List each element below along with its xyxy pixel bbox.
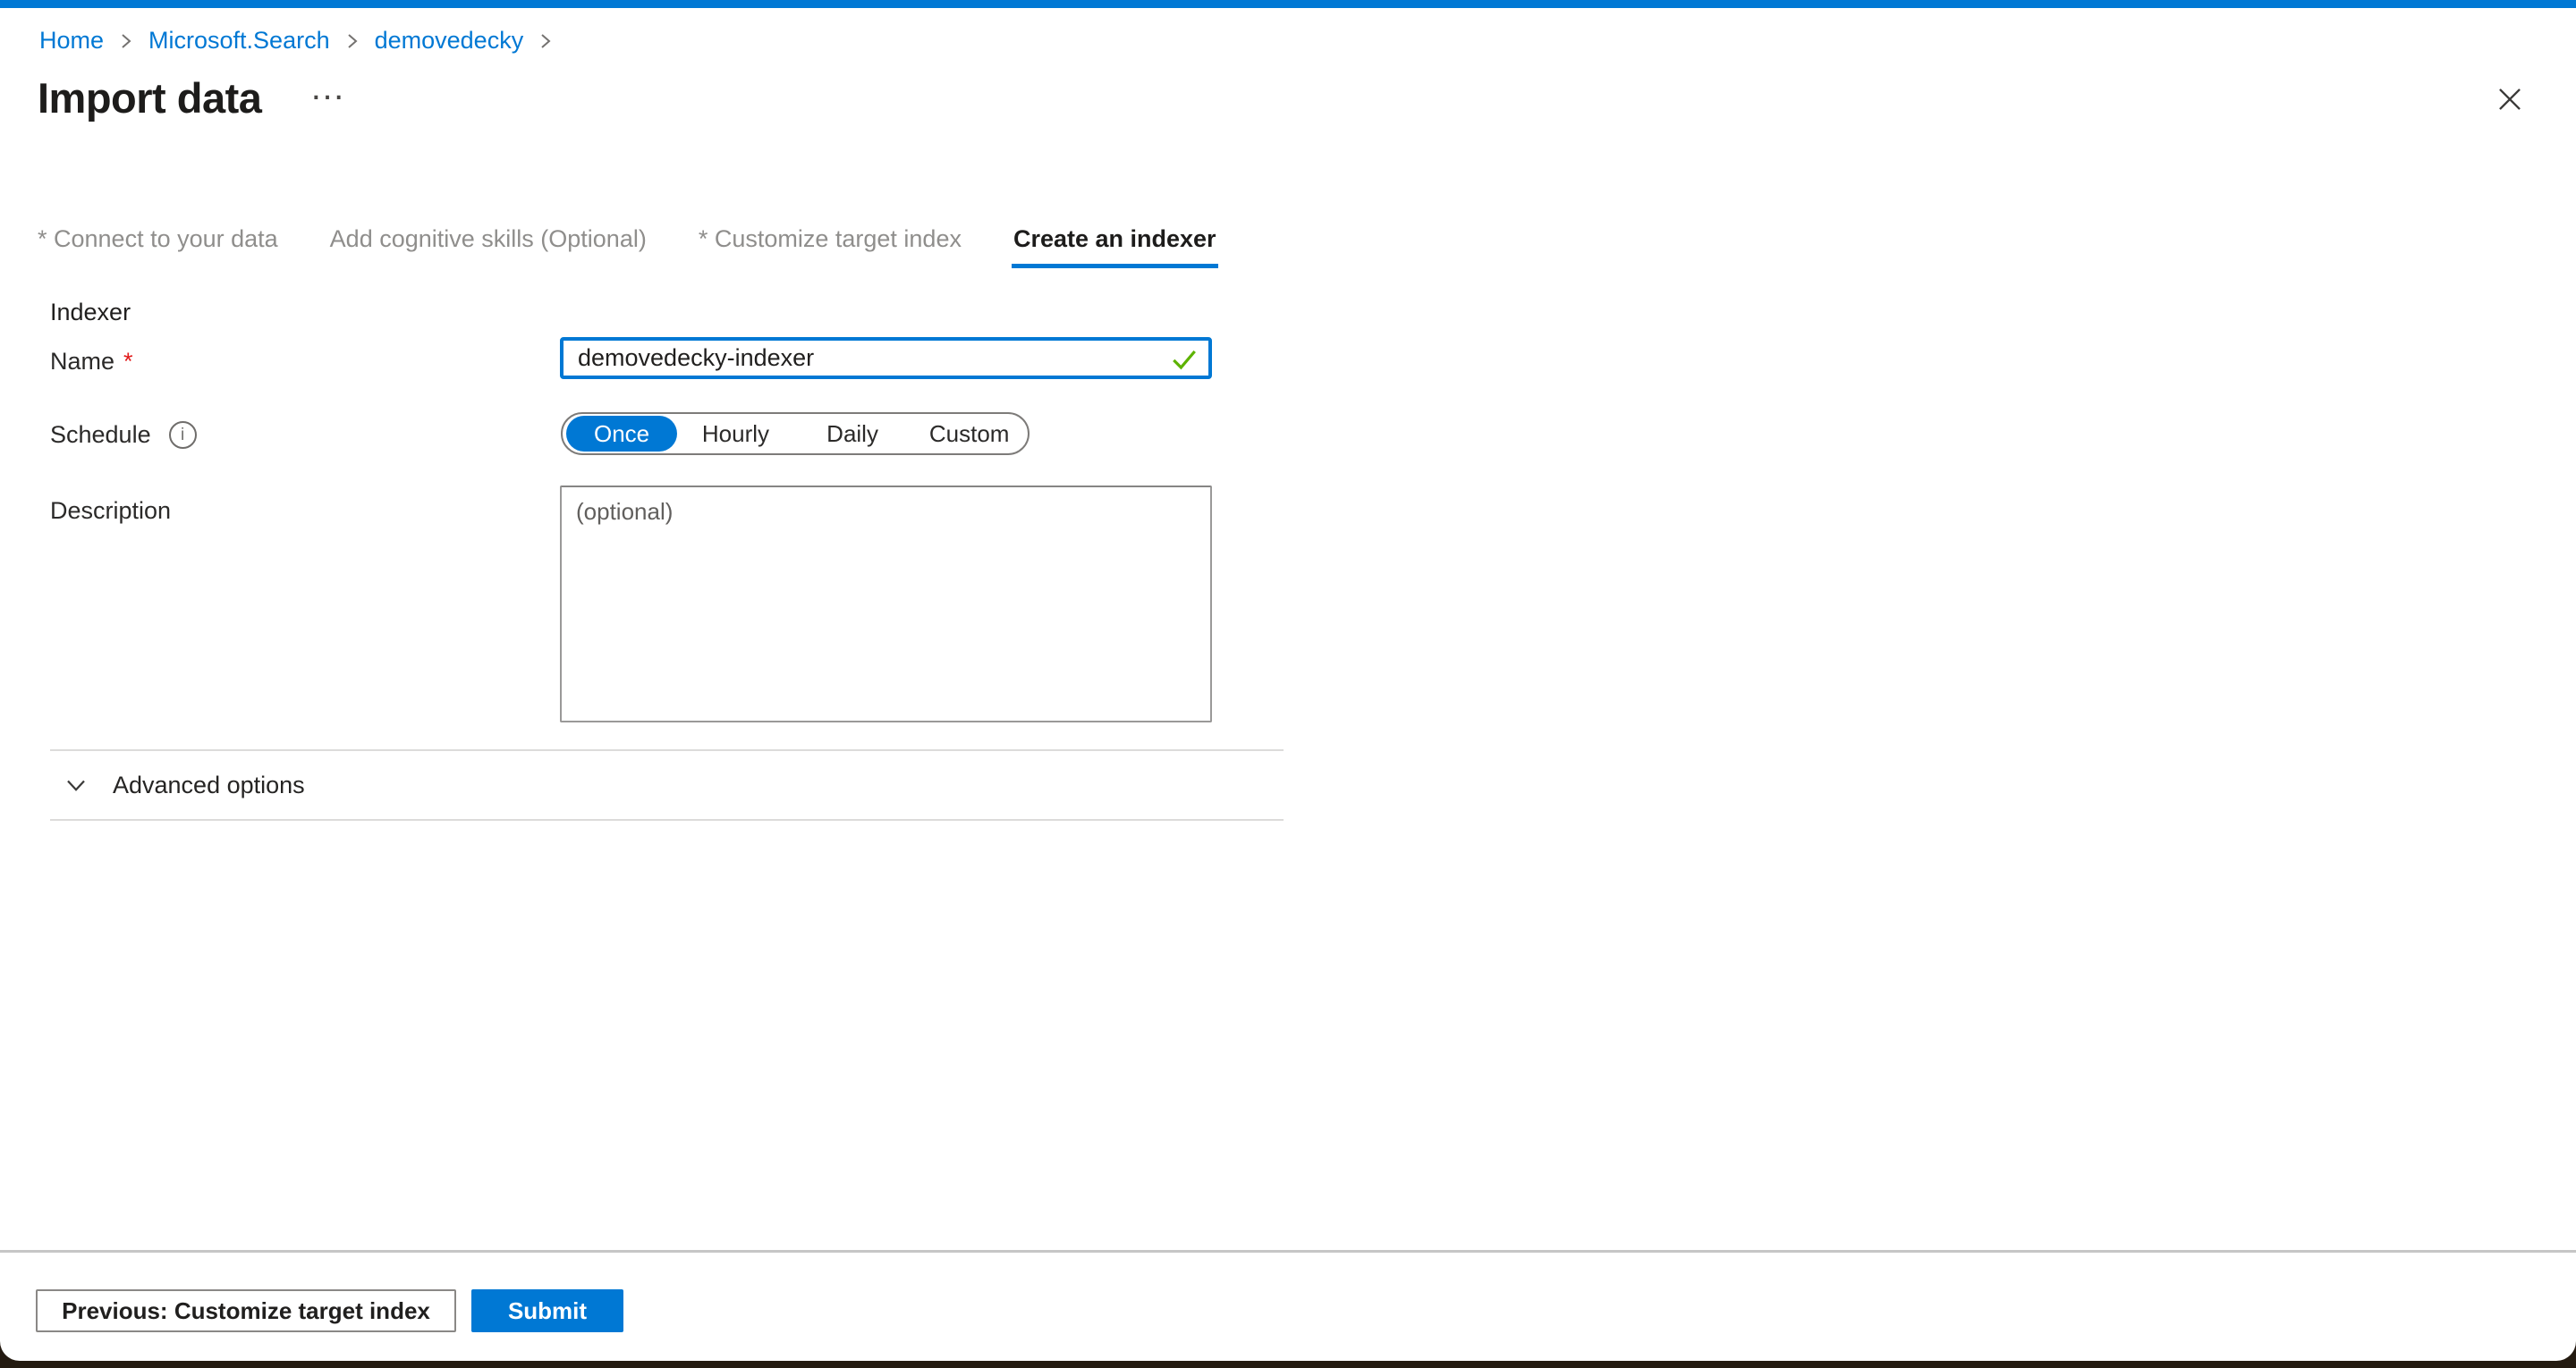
chevron-right-icon: [116, 29, 136, 54]
description-textarea[interactable]: [560, 486, 1212, 722]
tab-create-an-indexer[interactable]: Create an indexer: [1012, 225, 1218, 268]
footer-divider: [0, 1250, 2576, 1253]
chevron-right-icon: [343, 29, 362, 54]
import-data-page: Home Microsoft.Search demovedecky Import…: [0, 0, 2576, 1368]
schedule-segmented-control: Once Hourly Daily Custom: [561, 412, 1030, 455]
breadcrumb-microsoft-search[interactable]: Microsoft.Search: [148, 27, 330, 55]
advanced-options-label: Advanced options: [113, 772, 305, 799]
advanced-options-toggle[interactable]: Advanced options: [63, 767, 305, 803]
tab-add-cognitive-skills[interactable]: Add cognitive skills (Optional): [328, 225, 648, 268]
schedule-option-custom[interactable]: Custom: [911, 420, 1028, 448]
name-label: Name *: [50, 348, 133, 376]
schedule-option-once[interactable]: Once: [566, 416, 677, 452]
page-title: Import data: [38, 73, 261, 122]
chevron-right-icon: [536, 29, 555, 54]
description-label-text: Description: [50, 497, 171, 525]
divider: [50, 819, 1284, 821]
schedule-option-daily[interactable]: Daily: [794, 420, 911, 448]
name-label-text: Name: [50, 348, 114, 376]
more-options-icon[interactable]: …: [309, 70, 345, 106]
divider: [50, 749, 1284, 751]
close-icon: [2495, 84, 2525, 117]
schedule-label-text: Schedule: [50, 421, 151, 449]
chevron-down-icon: [63, 772, 89, 798]
tab-customize-target-index[interactable]: * Customize target index: [697, 225, 963, 268]
wizard-tabs: * Connect to your data Add cognitive ski…: [36, 225, 1218, 268]
schedule-label: Schedule i: [50, 421, 197, 449]
info-icon[interactable]: i: [169, 421, 197, 449]
description-label: Description: [50, 497, 171, 525]
submit-button[interactable]: Submit: [471, 1289, 623, 1332]
previous-step-button[interactable]: Previous: Customize target index: [36, 1289, 456, 1332]
breadcrumb: Home Microsoft.Search demovedecky: [39, 27, 555, 55]
top-accent-bar: [0, 0, 2576, 8]
required-asterisk: *: [123, 348, 133, 376]
schedule-option-hourly[interactable]: Hourly: [677, 420, 794, 448]
close-button[interactable]: [2488, 79, 2531, 122]
content-sheet: Home Microsoft.Search demovedecky Import…: [0, 0, 2576, 1361]
tab-connect-to-your-data[interactable]: * Connect to your data: [36, 225, 280, 268]
breadcrumb-home[interactable]: Home: [39, 27, 104, 55]
indexer-section-heading: Indexer: [50, 299, 131, 326]
breadcrumb-demovedecky[interactable]: demovedecky: [375, 27, 524, 55]
indexer-name-input[interactable]: [560, 337, 1212, 379]
